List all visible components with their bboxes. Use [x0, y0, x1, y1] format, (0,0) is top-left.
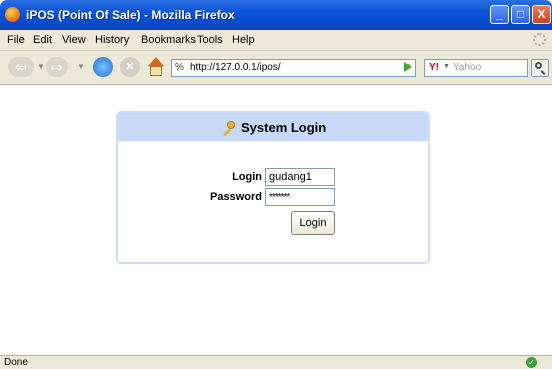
firefox-icon: [5, 7, 20, 22]
search-icon[interactable]: [531, 59, 549, 77]
window-title: iPOS (Point Of Sale) - Mozilla Firefox: [26, 8, 235, 22]
back-icon[interactable]: ⇦: [8, 57, 34, 77]
address-bar[interactable]: % http://127.0.0.1/ipos/ ▼: [171, 59, 416, 77]
close-button[interactable]: X: [532, 5, 551, 24]
status-text: Done: [4, 357, 28, 368]
status-ok-icon: ✓: [526, 357, 537, 368]
login-panel-header: System Login: [118, 113, 428, 141]
throbber-icon: [533, 33, 546, 46]
status-bar: Done ✓: [0, 355, 552, 369]
page-favicon-icon: %: [175, 62, 184, 73]
minimize-button[interactable]: _: [490, 5, 509, 24]
password-input[interactable]: [265, 188, 335, 206]
menu-edit[interactable]: Edit: [33, 34, 52, 46]
search-input[interactable]: Y! ▼ Yahoo: [424, 59, 528, 77]
menu-help[interactable]: Help: [232, 34, 255, 46]
search-engine-logo[interactable]: Y!: [429, 62, 439, 73]
login-button[interactable]: Login: [291, 211, 335, 235]
menu-view[interactable]: View: [62, 34, 86, 46]
search-placeholder: Yahoo: [453, 62, 482, 73]
home-icon[interactable]: [146, 57, 166, 77]
forward-dropdown-icon[interactable]: ▼: [77, 57, 85, 77]
page-content: System Login Login Password Login: [0, 85, 552, 355]
forward-icon[interactable]: ⇨: [46, 57, 68, 77]
reload-icon[interactable]: [93, 57, 113, 77]
menu-file[interactable]: File: [7, 34, 25, 46]
password-label: Password: [210, 191, 262, 203]
maximize-button[interactable]: □: [511, 5, 530, 24]
go-icon[interactable]: [402, 57, 414, 77]
menu-bookmarks[interactable]: Bookmarks: [141, 34, 196, 46]
address-url: http://127.0.0.1/ipos/: [190, 62, 281, 73]
login-title: System Login: [241, 120, 327, 135]
menu-tools[interactable]: Tools: [197, 34, 223, 46]
key-icon: [221, 121, 235, 135]
stop-icon[interactable]: ✕: [120, 57, 140, 77]
search-engine-dropdown-icon[interactable]: ▼: [443, 63, 450, 70]
title-bar: iPOS (Point Of Sale) - Mozilla Firefox _…: [0, 0, 552, 30]
login-label: Login: [232, 171, 262, 183]
menu-bar: File Edit View History Bookmarks Tools H…: [0, 30, 552, 51]
menu-history[interactable]: History: [95, 34, 129, 46]
login-panel: System Login Login Password Login: [116, 111, 430, 264]
navigation-toolbar: ⇦ ▼ ⇨ ▼ ✕ % http://127.0.0.1/ipos/ ▼ Y! …: [0, 51, 552, 85]
back-dropdown-icon[interactable]: ▼: [37, 57, 45, 77]
login-input[interactable]: [265, 168, 335, 186]
